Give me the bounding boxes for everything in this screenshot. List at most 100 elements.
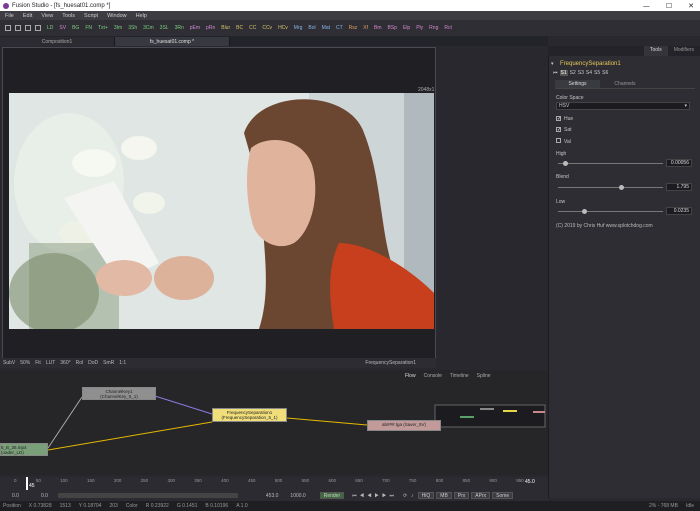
smr-button[interactable]: SmR: [103, 360, 114, 366]
version-s6[interactable]: S6: [602, 70, 608, 76]
tool-bm[interactable]: Bm: [372, 25, 384, 31]
lut-button[interactable]: LUT: [46, 360, 55, 366]
version-s1[interactable]: S1: [559, 70, 568, 76]
roi-button[interactable]: Rol: [76, 360, 84, 366]
blend-slider[interactable]: [558, 187, 663, 188]
tool-rct[interactable]: Rct: [442, 25, 454, 31]
viewer-image[interactable]: [9, 93, 434, 329]
minimize-button[interactable]: —: [643, 2, 650, 10]
close-button[interactable]: ✕: [688, 2, 694, 10]
tool-3im[interactable]: 3Im: [112, 25, 124, 31]
high-slider-knob[interactable]: [563, 161, 568, 166]
tool-mat[interactable]: Mat: [320, 25, 332, 31]
tool-3cm[interactable]: 3Cm: [141, 25, 156, 31]
tool-bg[interactable]: BG: [70, 25, 81, 31]
global-end[interactable]: 1000.0: [290, 493, 305, 499]
node-frequencyseparation[interactable]: FrequencySeparation1 (FrequencySeparatio…: [212, 408, 287, 422]
blend-value[interactable]: 1.795: [666, 183, 692, 191]
tool-ld[interactable]: LD: [45, 25, 55, 31]
menu-file[interactable]: File: [5, 13, 14, 19]
maximize-button[interactable]: ☐: [666, 2, 672, 10]
tool-blur[interactable]: Blur: [219, 25, 232, 31]
menu-edit[interactable]: Edit: [23, 13, 32, 19]
rotation-button[interactable]: 360°: [60, 360, 70, 366]
menu-view[interactable]: View: [41, 13, 53, 19]
render-button[interactable]: Render: [319, 492, 345, 499]
global-start[interactable]: 0.0: [12, 493, 19, 499]
tool-hcv[interactable]: HCv: [276, 25, 290, 31]
dod-button[interactable]: DoD: [88, 360, 98, 366]
time-ruler[interactable]: 0 50 100 150 200 250 300 350 400 450 500 550 600 650 7…: [0, 477, 548, 490]
tool-bol[interactable]: Bol: [306, 25, 317, 31]
zoom-select[interactable]: 50%: [20, 360, 30, 366]
tool-3sl[interactable]: 3SL: [158, 25, 171, 31]
tab-tools[interactable]: Tools: [644, 46, 668, 56]
tool-rsz[interactable]: Rsz: [347, 25, 360, 31]
high-value[interactable]: 0.00056: [666, 159, 692, 167]
tool-rng[interactable]: Rng: [427, 25, 440, 31]
node-saver[interactable]: ab###.tga (Saver_5V): [367, 420, 441, 431]
tool-ct[interactable]: CT: [334, 25, 345, 31]
menu-tools[interactable]: Tools: [62, 13, 75, 19]
menu-window[interactable]: Window: [107, 13, 127, 19]
save-icon[interactable]: [25, 25, 31, 31]
blend-slider-knob[interactable]: [619, 185, 624, 190]
some-button[interactable]: Some: [492, 492, 514, 499]
version-s2[interactable]: S2: [570, 70, 576, 76]
back-icon[interactable]: ⏮: [553, 70, 558, 76]
val-checkbox[interactable]: Val: [556, 138, 571, 145]
version-s3[interactable]: S3: [578, 70, 584, 76]
version-s4[interactable]: S4: [586, 70, 592, 76]
tool-mrg[interactable]: Mrg: [292, 25, 305, 31]
high-slider[interactable]: [558, 163, 663, 164]
tool-prn[interactable]: pRn: [204, 25, 217, 31]
tool-fn[interactable]: FN: [83, 25, 94, 31]
tool-txt[interactable]: Txt+: [96, 25, 110, 31]
tool-elp[interactable]: Elp: [401, 25, 412, 31]
loop-icon[interactable]: ⟳: [403, 493, 407, 499]
menu-help[interactable]: Help: [136, 13, 147, 19]
mb-button[interactable]: MB: [436, 492, 452, 499]
aprx-button[interactable]: APrx: [471, 492, 491, 499]
fit-button[interactable]: Fit: [35, 360, 41, 366]
tab-settings[interactable]: Settings: [555, 80, 600, 88]
low-slider-knob[interactable]: [582, 209, 587, 214]
tab-modifiers[interactable]: Modifiers: [668, 46, 700, 56]
range-scrollbar[interactable]: [57, 493, 238, 498]
subview-button[interactable]: SubV: [3, 360, 15, 366]
tool-pem[interactable]: pEm: [188, 25, 202, 31]
menu-script[interactable]: Script: [84, 13, 98, 19]
collapse-icon[interactable]: ▾: [551, 61, 554, 67]
sat-checkbox[interactable]: ✓ Sat: [556, 127, 572, 133]
version-s5[interactable]: S5: [594, 70, 600, 76]
new-icon[interactable]: [5, 25, 11, 31]
open-icon[interactable]: [15, 25, 21, 31]
tool-ccv[interactable]: CCv: [260, 25, 274, 31]
lock-icon[interactable]: [35, 25, 41, 31]
tab-channels[interactable]: Channels: [600, 80, 650, 88]
render-end[interactable]: 453.0: [266, 493, 279, 499]
low-slider[interactable]: [558, 211, 663, 212]
tab-composition1[interactable]: Composition1: [0, 37, 115, 46]
tool-bsp[interactable]: BSp: [386, 25, 399, 31]
hiq-button[interactable]: HiQ: [417, 492, 435, 499]
tab-fs-huesat01[interactable]: fs_huesat01.comp *: [115, 37, 230, 46]
render-start[interactable]: 0.0: [41, 493, 48, 499]
playback-controls[interactable]: ⏮◀◀▶▶⏭: [352, 493, 397, 499]
node-loader[interactable]: 5_B_36.mp4 (oader_LD): [0, 443, 48, 456]
tool-cc[interactable]: CC: [247, 25, 258, 31]
low-value[interactable]: 0.0235: [666, 207, 692, 215]
audio-icon[interactable]: ♪: [411, 493, 414, 499]
ratio-button[interactable]: 1:1: [119, 360, 126, 366]
tool-sv[interactable]: SV: [57, 25, 68, 31]
hue-checkbox[interactable]: ✓ Hue: [556, 116, 573, 122]
node-channelkey[interactable]: ChannelKey1 (ChannelKey_5_1): [82, 387, 156, 400]
tool-3rn[interactable]: 3Rn: [173, 25, 186, 31]
color-space-select[interactable]: HSV ▾: [556, 102, 690, 110]
playhead[interactable]: [26, 477, 28, 490]
tool-3sh[interactable]: 3Sh: [126, 25, 139, 31]
tool-bc[interactable]: BC: [234, 25, 245, 31]
tool-xf[interactable]: Xf: [361, 25, 370, 31]
end-frame[interactable]: 45.0: [525, 479, 535, 485]
prx-button[interactable]: Prx: [453, 492, 470, 499]
